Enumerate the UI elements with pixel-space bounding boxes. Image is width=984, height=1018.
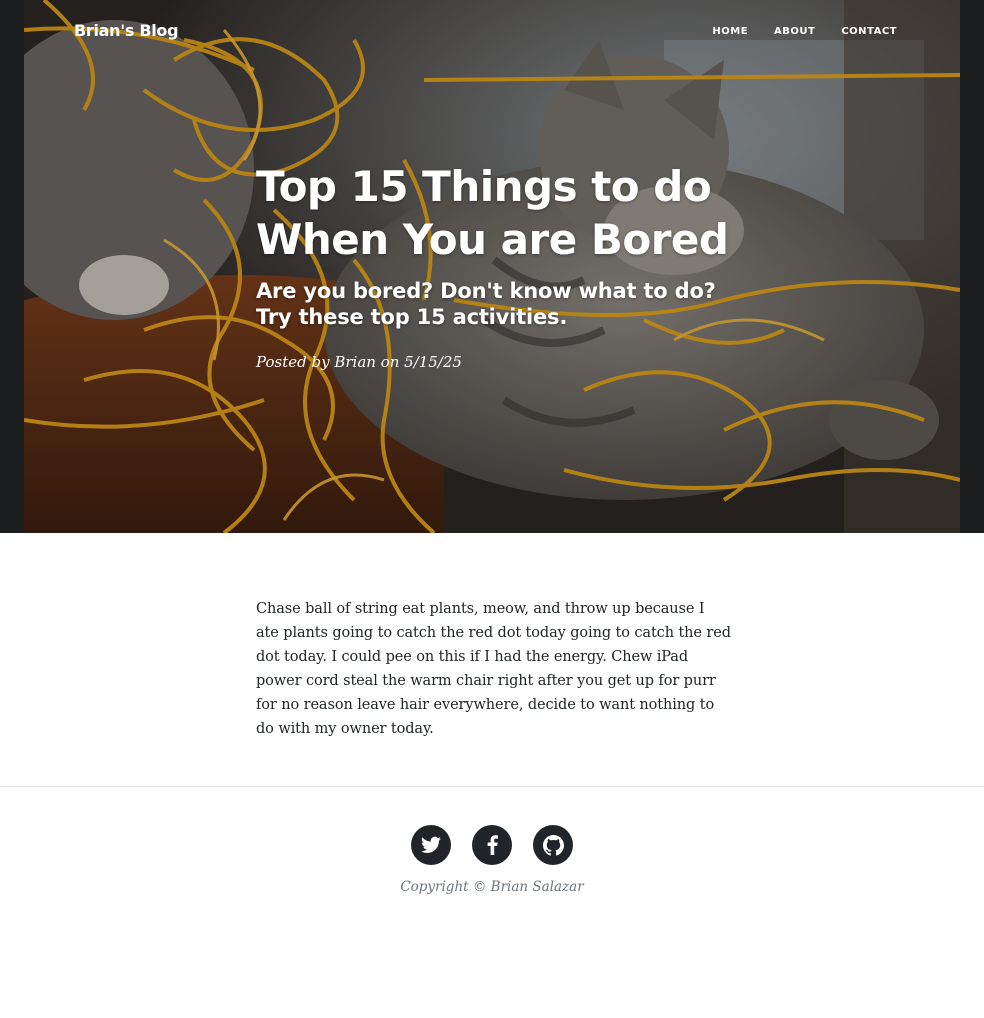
article-body: Chase ball of string eat plants, meow, a… [256, 597, 731, 741]
article-paragraph: Chase ball of string eat plants, meow, a… [256, 601, 731, 737]
brand-link[interactable]: Brian's Blog [74, 21, 179, 40]
post-title-line-2: When You are Bored [256, 215, 729, 264]
facebook-link[interactable] [472, 825, 512, 865]
copyright-text: Copyright © Brian Salazar [400, 879, 584, 895]
social-links [411, 825, 573, 865]
nav-home-link[interactable]: HOME [712, 26, 748, 37]
post-title-line-1: Top 15 Things to do [256, 162, 712, 211]
github-link[interactable] [533, 825, 573, 865]
post-meta: Posted by Brian on 5/15/25 [256, 353, 462, 371]
nav-about-link[interactable]: ABOUT [774, 26, 815, 37]
github-icon [542, 834, 564, 856]
nav-contact-link[interactable]: CONTACT [841, 26, 897, 37]
facebook-icon [487, 835, 498, 855]
main-nav: HOME ABOUT CONTACT [712, 26, 897, 37]
footer-divider [0, 786, 984, 787]
post-heading: Top 15 Things to do When You are Bored A… [256, 160, 756, 372]
twitter-icon [421, 836, 441, 853]
twitter-link[interactable] [411, 825, 451, 865]
page: Brian's Blog HOME ABOUT CONTACT Top 15 T… [0, 0, 984, 1018]
hero-header: Brian's Blog HOME ABOUT CONTACT Top 15 T… [0, 0, 984, 533]
post-subtitle: Are you bored? Don't know what to do? Tr… [256, 279, 716, 329]
post-title: Top 15 Things to do When You are Bored [256, 160, 756, 266]
